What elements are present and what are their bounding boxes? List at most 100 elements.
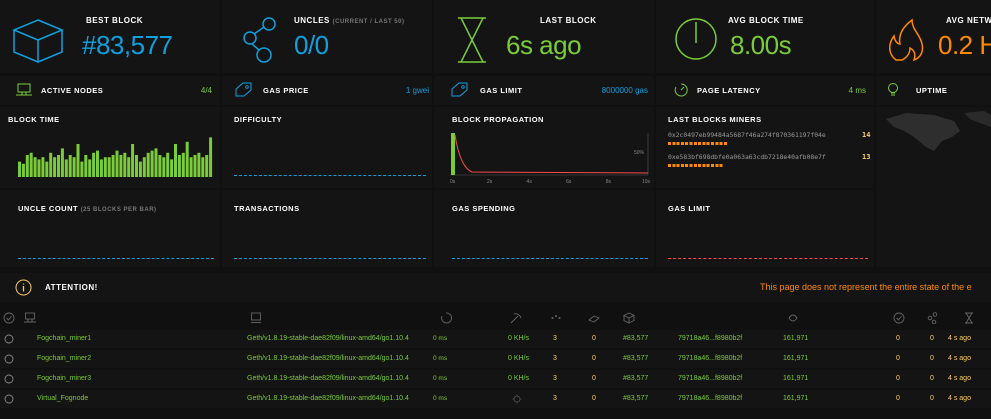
node-name-header-icon[interactable] [24, 312, 36, 324]
node-pending: 0 [592, 375, 596, 382]
node-block: #83,577 [623, 335, 649, 342]
map-panel [876, 107, 991, 267]
page-latency-label: PAGE LATENCY [697, 86, 761, 95]
propagation-xtick: 6s [566, 179, 572, 185]
client-header-icon[interactable] [250, 312, 262, 324]
difficulty-header-icon[interactable] [787, 312, 799, 324]
avg-block-time-label: AVG BLOCK TIME [728, 16, 804, 25]
node-last-block-time: 4 s ago [948, 395, 971, 402]
block-time-bar [177, 155, 181, 177]
gas-spending-title: GAS SPENDING [452, 204, 516, 213]
last-block-label: LAST BLOCK [540, 16, 597, 25]
attention-bar: ATTENTION! This page does not represent … [0, 273, 991, 302]
block-time-bar [57, 155, 60, 177]
node-client: Geth/v1.8.19-stable-dae82f09/linux-amd64… [247, 335, 409, 342]
node-difficulty: 161,971 [783, 355, 809, 362]
not-mining-icon [512, 394, 522, 404]
node-uncles: 0 [930, 355, 934, 362]
uncles-panel: UNCLES (CURRENT / LAST 50) 0/0 [222, 0, 432, 73]
status-header-icon[interactable] [3, 312, 15, 324]
attention-label: ATTENTION! [45, 283, 98, 292]
block-time-bar [21, 163, 25, 177]
node-last-block-time: 4 s ago [948, 375, 971, 382]
table-row[interactable]: Fogchain_miner2 Geth/v1.8.19-stable-dae82… [0, 350, 991, 368]
node-name: Fogchain_miner1 [37, 335, 92, 342]
node-difficulty: 161,971 [783, 335, 809, 342]
table-row[interactable]: Fogchain_miner1 Geth/v1.8.19-stable-dae82… [0, 330, 991, 348]
node-propagation: 0 [896, 335, 900, 342]
propagation-xtick: 8s [606, 179, 612, 185]
block-propagation-title: BLOCK PROPAGATION [452, 115, 544, 124]
block-time-bar [154, 148, 158, 177]
last-block-header-icon[interactable] [963, 312, 975, 324]
avg-network-panel: AVG NETW 0.2 H [876, 0, 991, 73]
block-time-bar [103, 157, 107, 177]
gas-limit-value: 8000000 gas [601, 86, 648, 95]
table-row[interactable]: Virtual_Fognode Geth/v1.8.19-stable-dae82… [0, 390, 991, 408]
transactions-chart: TRANSACTIONS [222, 190, 432, 267]
block-time-bar [170, 159, 174, 177]
block-time-bar [41, 157, 45, 177]
block-time-bar [60, 148, 64, 177]
block-time-bar [174, 144, 177, 177]
node-block: #83,577 [623, 355, 649, 362]
block-time-chart: BLOCK TIME [0, 107, 220, 188]
block-time-bar [205, 155, 209, 177]
latency-header-icon[interactable] [440, 312, 452, 324]
status-ring-icon [4, 394, 14, 404]
uncles-value: 0/0 [294, 30, 329, 60]
gas-price-label: GAS PRICE [263, 86, 309, 95]
last-blocks-miners-title: LAST BLOCKS MINERS [668, 115, 762, 124]
block-time-bar [25, 155, 29, 177]
node-block-hash: 79718a46...f8980b2f [678, 355, 743, 362]
block-time-bar [107, 157, 111, 177]
node-propagation: 0 [896, 395, 900, 402]
block-time-bar [131, 144, 135, 177]
block-time-bar [33, 157, 37, 177]
gas-limit-chart: GAS LIMIT [656, 190, 874, 267]
node-client: Geth/v1.8.19-stable-dae82f09/linux-amd64… [247, 395, 409, 402]
block-time-bar [158, 155, 162, 177]
pending-header-icon[interactable] [588, 312, 600, 324]
attention-message: This page does not represent the entire … [760, 282, 972, 292]
block-time-bar [123, 152, 127, 177]
propagation-xtick: 4s [527, 179, 533, 185]
node-latency: 0 ms [433, 355, 448, 362]
transactions-line [234, 258, 426, 259]
propagation-header-icon[interactable] [893, 312, 905, 324]
avg-block-time-panel: AVG BLOCK TIME 8.00s [656, 0, 874, 73]
uptime-label: UPTIME [916, 86, 948, 95]
gas-price-value: 1 gwei [405, 86, 429, 95]
block-time-title: BLOCK TIME [8, 115, 60, 124]
node-name: Fogchain_miner3 [37, 375, 92, 382]
block-time-bar [146, 152, 150, 177]
miner-block-bar [668, 142, 729, 145]
propagation-xtick: 10s [642, 179, 651, 185]
node-latency: 0 ms [433, 395, 448, 402]
block-time-bar [189, 157, 193, 177]
mining-header-icon[interactable] [510, 312, 522, 324]
peers-header-icon[interactable] [550, 312, 562, 324]
miner-block-count: 14 [862, 131, 871, 139]
block-time-bar [84, 155, 88, 177]
block-time-bar [150, 150, 154, 177]
best-block-label: BEST BLOCK [86, 16, 143, 25]
gas-limit-label: GAS LIMIT [480, 86, 523, 95]
uncle-count-chart: UNCLE COUNT (25 BLOCKS PER BAR) [0, 190, 220, 267]
uncles-header-icon[interactable] [927, 312, 939, 324]
uncle-count-line [18, 258, 214, 259]
block-time-bar [29, 152, 33, 177]
block-time-bar [37, 159, 41, 177]
propagation-chart-svg: 50% 0s 2s 4s 6s 8s 10s [450, 133, 651, 185]
block-header-icon[interactable] [623, 312, 635, 324]
miner-address: 0xe583bf698dbfe0a063a63cdb7218e40afb08e7… [668, 153, 826, 161]
propagation-xtick: 0s [450, 179, 456, 185]
gas-spending-line [452, 258, 648, 259]
table-row[interactable]: Fogchain_miner3 Geth/v1.8.19-stable-dae82… [0, 370, 991, 388]
node-propagation: 0 [896, 375, 900, 382]
block-time-bar [88, 159, 92, 177]
node-peers: 3 [553, 355, 557, 362]
block-time-bar [64, 159, 68, 177]
block-time-bar [185, 141, 189, 177]
transactions-title: TRANSACTIONS [234, 204, 300, 213]
